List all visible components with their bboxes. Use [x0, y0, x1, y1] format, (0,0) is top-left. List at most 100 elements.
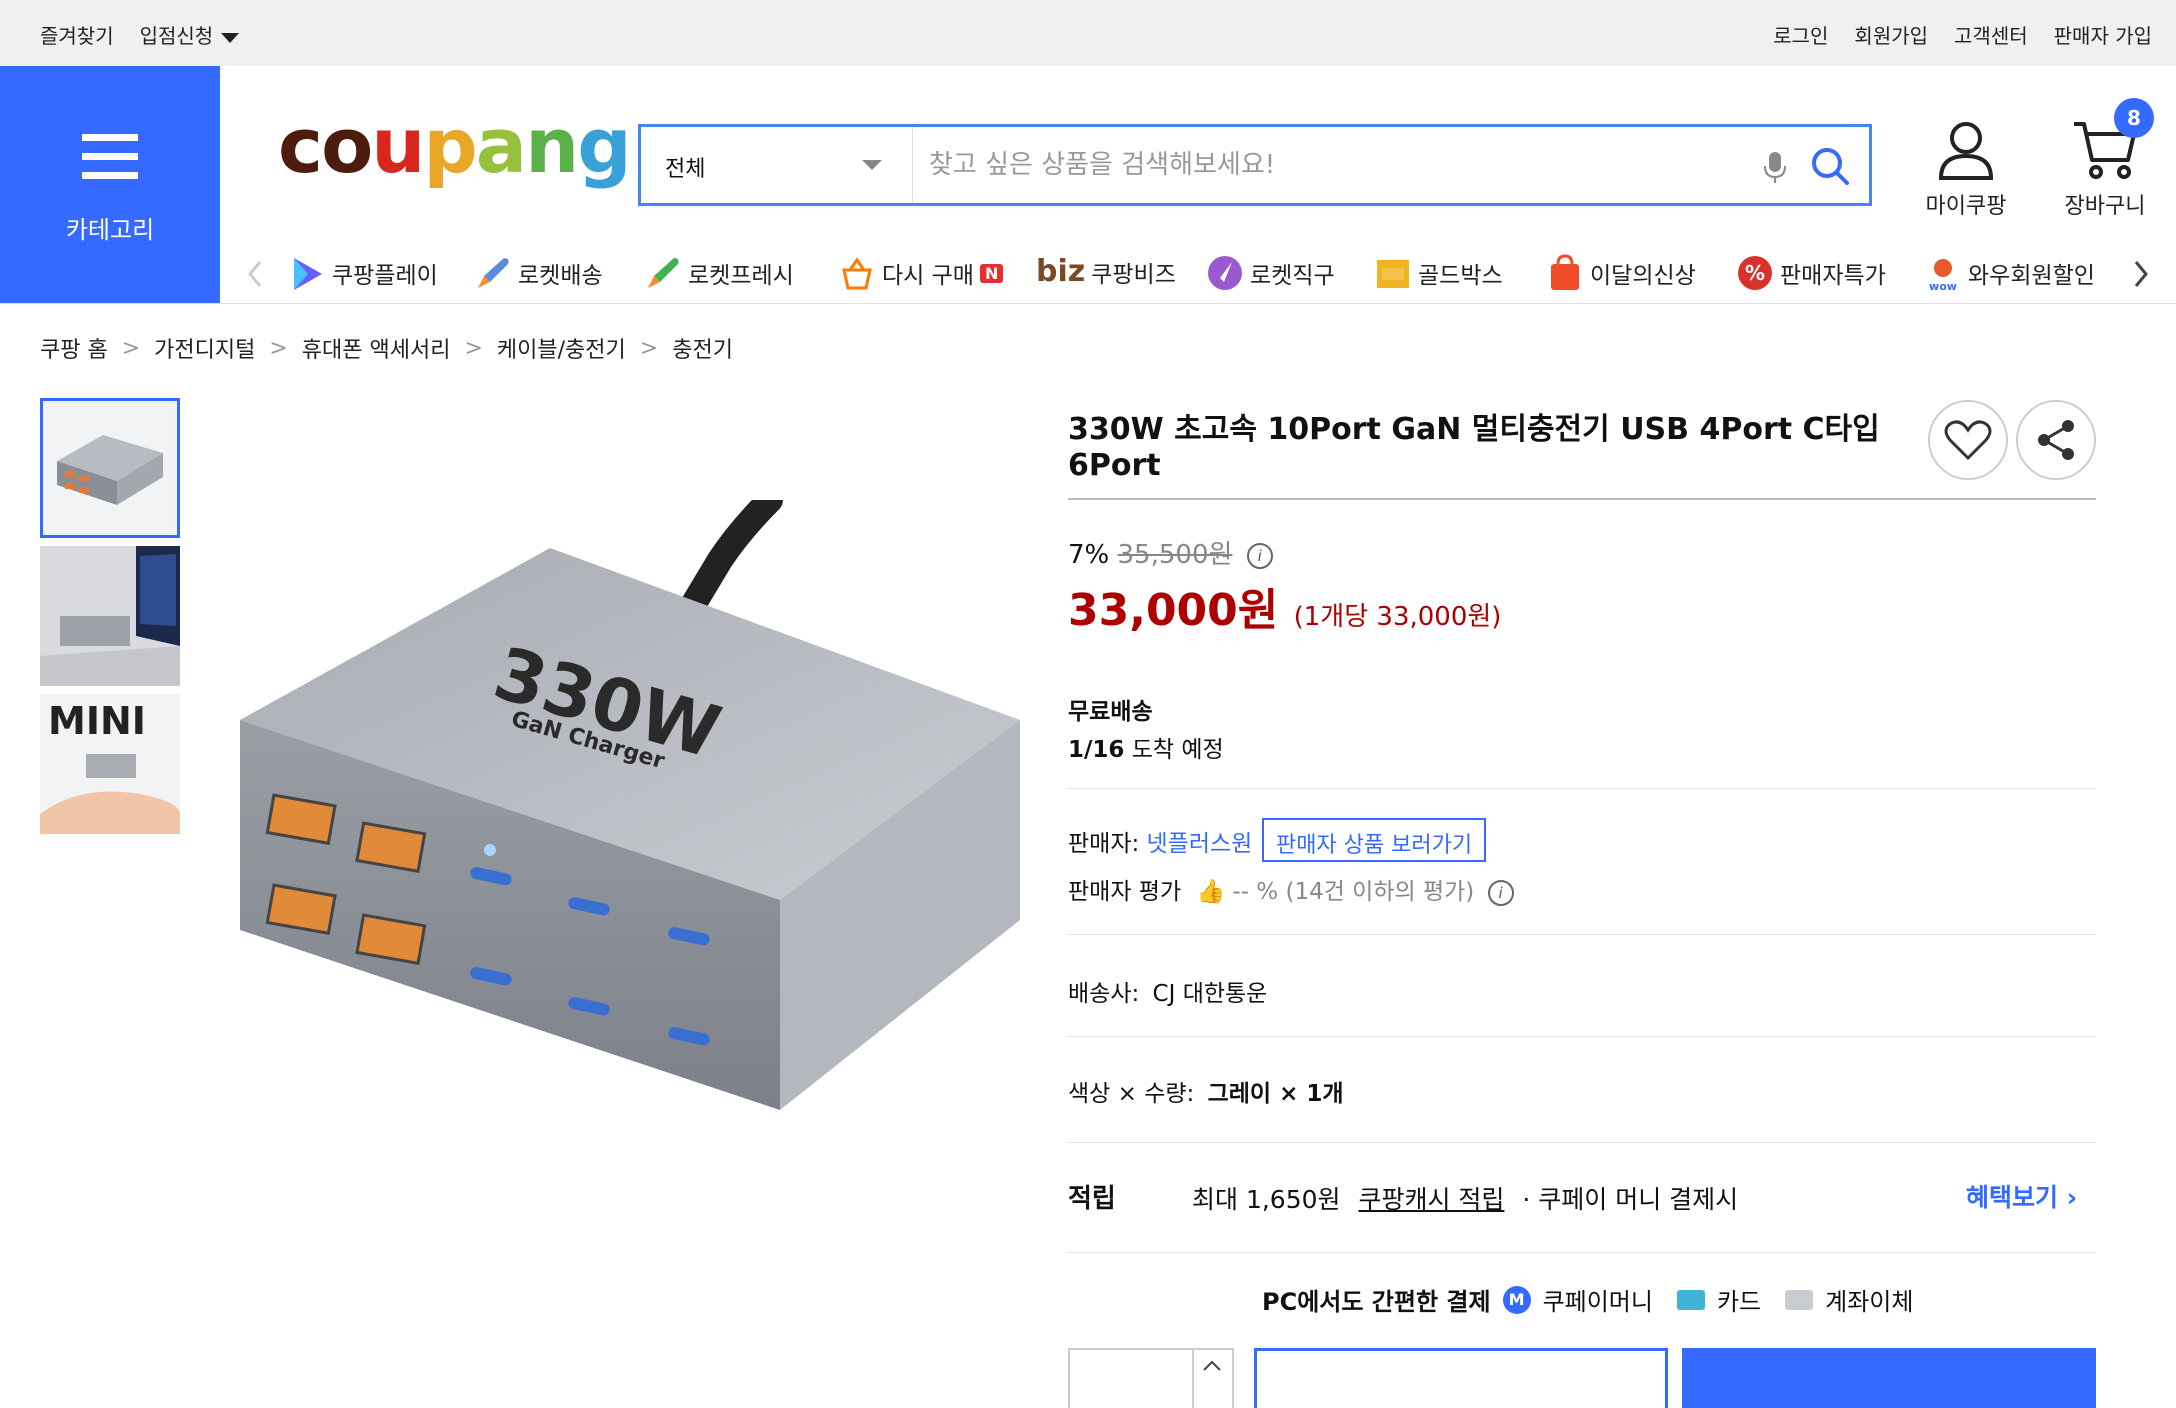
breadcrumb-item[interactable]: 쿠팡 홈	[40, 332, 108, 364]
coupang-cash-link[interactable]: 쿠팡캐시 적립	[1358, 1185, 1504, 1214]
nav-item-rocket-delivery[interactable]: 로켓배송	[474, 254, 603, 292]
share-button[interactable]	[2016, 400, 2096, 480]
chevron-right-icon: >	[269, 335, 288, 361]
buy-now-button[interactable]	[1682, 1348, 2096, 1408]
chevron-right-icon: >	[639, 335, 659, 361]
sale-price: 33,000원	[1068, 585, 1279, 636]
quantity-stepper[interactable]	[1068, 1348, 1234, 1408]
nav-item-label: 로켓직구	[1250, 263, 1335, 289]
top-utility-bar: 즐겨찾기 입점신청 로그인 회원가입 고객센터 판매자 가입	[0, 0, 2176, 66]
discount-rate: 7%	[1068, 540, 1110, 570]
nav-item-wow-discount[interactable]: wow 와우회원할인	[1924, 254, 2144, 292]
nav-item-rocket-global[interactable]: 로켓직구	[1206, 254, 1335, 292]
arrival-date: 1/16	[1068, 737, 1125, 763]
nav-item-label: 다시 구매	[882, 263, 974, 289]
product-thumbnail-2[interactable]	[40, 546, 180, 686]
category-menu-button[interactable]: 카테고리	[0, 66, 220, 304]
section-divider	[1068, 1252, 2096, 1253]
nav-prev-arrow-icon[interactable]	[240, 256, 270, 292]
product-main-image[interactable]: 330W GaN Charger	[220, 500, 1030, 1120]
header-divider	[0, 303, 2176, 304]
option-label: 색상 × 수량:	[1068, 1081, 1195, 1107]
coupang-logo[interactable]: coupang	[278, 108, 632, 184]
view-seller-products-button[interactable]: 판매자 상품 보러가기	[1262, 818, 1487, 862]
signup-link[interactable]: 회원가입	[1854, 20, 1928, 49]
breadcrumb-item[interactable]: 가전디지털	[154, 332, 255, 364]
reward-row: 최대 1,650원 쿠팡캐시 적립 · 쿠페이 머니 결제시	[1192, 1180, 1738, 1216]
seller-label: 판매자:	[1068, 831, 1140, 857]
hamburger-icon	[82, 134, 138, 191]
search-category-value: 전체	[665, 157, 706, 182]
coupay-money-icon: M	[1502, 1285, 1531, 1314]
chevron-right-icon: >	[121, 335, 141, 361]
mycoupang-button[interactable]: 마이쿠팡	[1916, 118, 2016, 220]
breadcrumb-item[interactable]: 휴대폰 액세서리	[302, 332, 451, 364]
seller-apply-label: 입점신청	[139, 24, 214, 48]
reward-amount: 최대 1,650원	[1192, 1185, 1341, 1214]
bank-transfer-icon	[1785, 1289, 1814, 1310]
breadcrumb-item[interactable]: 케이블/충전기	[497, 332, 626, 364]
seller-rating-note: (14건 이하의 평가)	[1285, 879, 1475, 905]
nav-item-label: 판매자특가	[1780, 263, 1886, 289]
thumbs-up-icon: 👍	[1196, 879, 1226, 905]
quantity-up-button[interactable]	[1192, 1350, 1232, 1408]
rocket-fresh-icon	[648, 258, 679, 288]
microphone-icon[interactable]	[1757, 149, 1793, 185]
cart-count-badge: 8	[2114, 98, 2154, 138]
customer-center-link[interactable]: 고객센터	[1954, 20, 2028, 49]
nav-next-arrow-icon[interactable]	[2126, 256, 2156, 292]
seller-apply-dropdown[interactable]: 입점신청	[140, 20, 240, 49]
thumb-mini-text: MINI	[48, 699, 146, 743]
benefit-link[interactable]: 혜택보기 ›	[1966, 1178, 2077, 1214]
chevron-down-icon	[862, 160, 882, 170]
nav-item-new-arrivals[interactable]: 이달의신상	[1546, 254, 1696, 292]
category-label: 카테고리	[65, 216, 155, 244]
mini-size-thumbnail-image: MINI	[40, 694, 180, 834]
option-value: 그레이 × 1개	[1207, 1081, 1344, 1107]
mycoupang-label: 마이쿠팡	[1925, 194, 2007, 219]
goldbox-icon	[1377, 260, 1409, 288]
payment-method: 쿠페이머니	[1542, 1288, 1653, 1316]
nav-item-buy-again[interactable]: 다시 구매 N	[838, 254, 1004, 292]
nav-item-goldbox[interactable]: 골드박스	[1374, 254, 1503, 292]
nav-item-coupang-biz[interactable]: biz 쿠팡비즈	[1036, 254, 1176, 289]
breadcrumb: 쿠팡 홈 > 가전디지털 > 휴대폰 액세서리 > 케이블/충전기 > 충전기	[40, 332, 733, 364]
chevron-right-icon: ›	[2066, 1183, 2078, 1212]
cart-label: 장바구니	[2064, 194, 2146, 219]
delivery-row: 배송사: CJ 대한통운	[1068, 974, 1267, 1008]
nav-item-label: 골드박스	[1418, 263, 1503, 289]
seller-name-link[interactable]: 넷플러스원	[1147, 831, 1253, 857]
add-to-cart-button[interactable]	[1254, 1348, 1668, 1408]
play-icon	[294, 258, 322, 290]
service-nav: 쿠팡플레이 로켓배송 로켓프레시 다시 구매 N biz 쿠팡비즈 로켓직구 골…	[230, 246, 2176, 302]
favorites-link[interactable]: 즐겨찾기	[40, 20, 114, 49]
nav-item-label: 로켓배송	[518, 263, 603, 289]
seller-rating-row: 판매자 평가 👍 -- % (14건 이하의 평가) i	[1068, 872, 1514, 906]
wishlist-button[interactable]	[1928, 400, 2008, 480]
search-input[interactable]	[927, 143, 1747, 187]
charger-thumbnail-image	[43, 401, 177, 535]
arrival-row: 1/16 도착 예정	[1068, 730, 1224, 764]
nav-item-seller-deals[interactable]: % 판매자특가	[1736, 254, 1886, 292]
chevron-up-icon	[1203, 1360, 1221, 1371]
nav-item-rocket-fresh[interactable]: 로켓프레시	[644, 254, 794, 292]
new-badge: N	[979, 263, 1004, 283]
search-icon[interactable]	[1807, 143, 1853, 189]
nav-item-label: 쿠팡비즈	[1091, 261, 1176, 288]
rocket-icon	[478, 258, 509, 288]
product-thumbnail-3[interactable]: MINI	[40, 694, 180, 834]
search-category-select[interactable]: 전체	[641, 127, 913, 203]
breadcrumb-item[interactable]: 충전기	[672, 332, 733, 364]
delivery-carrier: CJ 대한통운	[1152, 981, 1268, 1007]
chevron-right-icon: >	[464, 335, 483, 361]
info-icon[interactable]: i	[1487, 879, 1514, 906]
login-link[interactable]: 로그인	[1773, 20, 1828, 49]
nav-item-coupang-play[interactable]: 쿠팡플레이	[288, 254, 438, 292]
user-icon	[1938, 122, 1994, 180]
sale-price-row: 33,000원 (1개당 33,000원)	[1068, 574, 1501, 638]
seller-join-link[interactable]: 판매자 가입	[2054, 20, 2152, 49]
section-divider	[1068, 788, 2096, 789]
product-thumbnail-1[interactable]	[40, 398, 180, 538]
info-icon[interactable]: i	[1246, 542, 1273, 569]
unit-price: (1개당 33,000원)	[1293, 602, 1502, 632]
